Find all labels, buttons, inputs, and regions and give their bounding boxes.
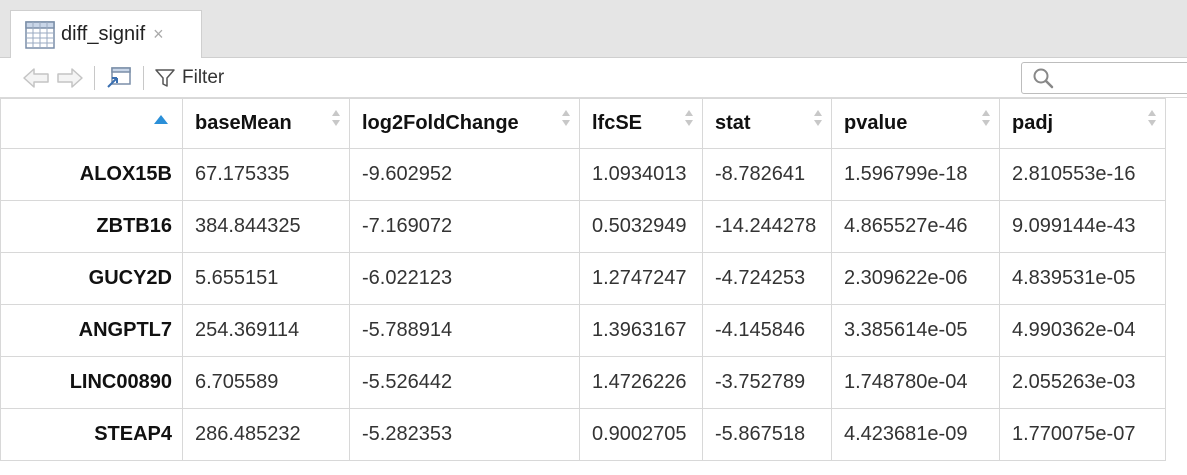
log2foldchange-cell: -7.169072 (349, 200, 580, 253)
stat-cell: -4.724253 (702, 252, 832, 305)
padj-cell: 1.770075e-07 (999, 408, 1166, 461)
row-name-cell: ANGPTL7 (0, 304, 183, 357)
sort-toggle-icon (814, 110, 822, 126)
basemean-cell: 6.705589 (182, 356, 350, 409)
sort-toggle-icon (1148, 110, 1156, 126)
forward-arrow-icon[interactable] (54, 67, 84, 89)
column-header-lfcse[interactable]: lfcSE (579, 98, 703, 149)
log2foldchange-cell: -6.022123 (349, 252, 580, 305)
stat-cell: -3.752789 (702, 356, 832, 409)
tab-label: diff_signif (61, 23, 146, 45)
table-row: LINC00890 6.705589 -5.526442 1.4726226 -… (0, 356, 1166, 409)
padj-cell: 4.990362e-04 (999, 304, 1166, 357)
lfcse-cell: 1.2747247 (579, 252, 703, 305)
close-icon[interactable]: × (153, 24, 164, 45)
basemean-cell: 5.655151 (182, 252, 350, 305)
table-row: ANGPTL7 254.369114 -5.788914 1.3963167 -… (0, 304, 1166, 357)
toolbar-divider (94, 65, 95, 90)
column-header-padj[interactable]: padj (999, 98, 1166, 149)
padj-cell: 9.099144e-43 (999, 200, 1166, 253)
padj-cell: 4.839531e-05 (999, 252, 1166, 305)
filter-button[interactable]: Filter (154, 67, 224, 89)
sort-toggle-icon (562, 110, 570, 126)
log2foldchange-cell: -9.602952 (349, 148, 580, 201)
sort-ascending-icon (154, 115, 168, 124)
search-icon (1033, 68, 1054, 89)
filter-funnel-icon (155, 68, 175, 87)
column-header-pvalue[interactable]: pvalue (831, 98, 1000, 149)
lfcse-cell: 1.0934013 (579, 148, 703, 201)
row-name-cell: LINC00890 (0, 356, 183, 409)
stat-cell: -4.145846 (702, 304, 832, 357)
column-header-rownames[interactable] (0, 98, 183, 149)
stat-cell: -8.782641 (702, 148, 832, 201)
row-name-cell: ALOX15B (0, 148, 183, 201)
basemean-cell: 254.369114 (182, 304, 350, 357)
back-arrow-icon[interactable] (22, 67, 52, 89)
log2foldchange-cell: -5.282353 (349, 408, 580, 461)
column-header-basemean[interactable]: baseMean (182, 98, 350, 149)
table-row: ZBTB16 384.844325 -7.169072 0.5032949 -1… (0, 200, 1166, 253)
log2foldchange-cell: -5.788914 (349, 304, 580, 357)
table-row: STEAP4 286.485232 -5.282353 0.9002705 -5… (0, 408, 1166, 461)
basemean-cell: 67.175335 (182, 148, 350, 201)
pvalue-cell: 4.423681e-09 (831, 408, 1000, 461)
basemean-cell: 286.485232 (182, 408, 350, 461)
tab-strip: diff_signif × (0, 0, 1187, 58)
lfcse-cell: 1.3963167 (579, 304, 703, 357)
header-row: baseMean log2FoldChange lfcSE stat pvalu… (0, 98, 1166, 149)
column-header-log2foldchange[interactable]: log2FoldChange (349, 98, 580, 149)
pvalue-cell: 3.385614e-05 (831, 304, 1000, 357)
basemean-cell: 384.844325 (182, 200, 350, 253)
tab-diff-signif[interactable]: diff_signif × (10, 10, 202, 58)
padj-cell: 2.810553e-16 (999, 148, 1166, 201)
toolbar-divider (143, 65, 144, 90)
padj-cell: 2.055263e-03 (999, 356, 1166, 409)
search-box[interactable] (1021, 62, 1187, 94)
lfcse-cell: 1.4726226 (579, 356, 703, 409)
stat-cell: -14.244278 (702, 200, 832, 253)
column-header-stat[interactable]: stat (702, 98, 832, 149)
search-input[interactable] (1062, 69, 1172, 87)
filter-label: Filter (182, 66, 225, 88)
pvalue-cell: 2.309622e-06 (831, 252, 1000, 305)
pvalue-cell: 4.865527e-46 (831, 200, 1000, 253)
row-name-cell: ZBTB16 (0, 200, 183, 253)
toolbar: Filter (0, 58, 1187, 98)
sort-toggle-icon (332, 110, 340, 126)
log2foldchange-cell: -5.526442 (349, 356, 580, 409)
pvalue-cell: 1.596799e-18 (831, 148, 1000, 201)
data-table: baseMean log2FoldChange lfcSE stat pvalu… (0, 98, 1166, 461)
stat-cell: -5.867518 (702, 408, 832, 461)
sort-toggle-icon (982, 110, 990, 126)
lfcse-cell: 0.9002705 (579, 408, 703, 461)
row-name-cell: GUCY2D (0, 252, 183, 305)
sort-toggle-icon (685, 110, 693, 126)
row-name-cell: STEAP4 (0, 408, 183, 461)
table-grid-icon (25, 20, 55, 50)
table-row: GUCY2D 5.655151 -6.022123 1.2747247 -4.7… (0, 252, 1166, 305)
pvalue-cell: 1.748780e-04 (831, 356, 1000, 409)
lfcse-cell: 0.5032949 (579, 200, 703, 253)
open-in-window-icon[interactable] (105, 65, 133, 91)
table-row: ALOX15B 67.175335 -9.602952 1.0934013 -8… (0, 148, 1166, 201)
